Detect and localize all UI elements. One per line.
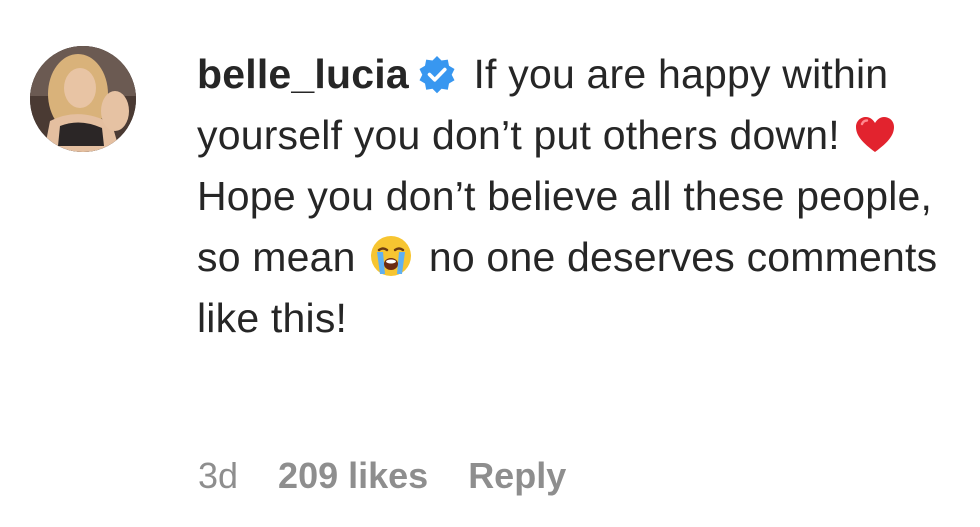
- likes-count[interactable]: 209 likes: [278, 452, 428, 500]
- comment: belle_lucia If you are happy within your…: [0, 0, 980, 527]
- comment-meta: 3d 209 likes Reply: [198, 452, 566, 500]
- loudly-crying-face-emoji: [371, 236, 412, 276]
- comment-body: belle_lucia If you are happy within your…: [197, 44, 957, 349]
- username[interactable]: belle_lucia: [197, 51, 409, 97]
- avatar[interactable]: [30, 46, 136, 152]
- verified-badge-icon: [419, 56, 455, 94]
- reply-button[interactable]: Reply: [468, 452, 566, 500]
- comment-time[interactable]: 3d: [198, 452, 238, 500]
- avatar-image: [30, 46, 136, 152]
- red-heart-emoji: [856, 117, 895, 152]
